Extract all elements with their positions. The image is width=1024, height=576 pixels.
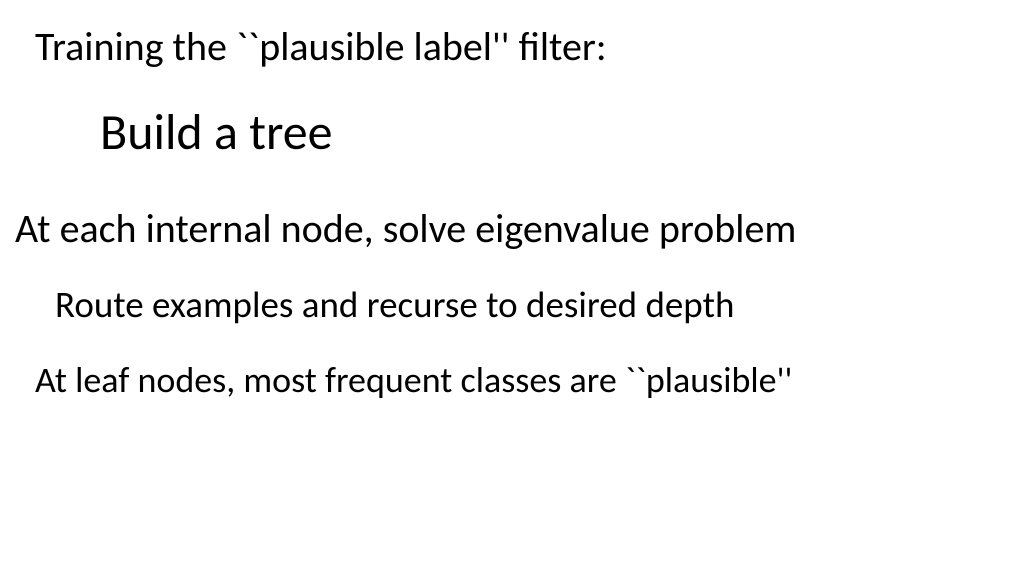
slide-subheading: Build a tree: [100, 102, 333, 163]
slide-bullet-2: Route examples and recurse to desired de…: [55, 282, 734, 327]
slide-bullet-1: At each internal node, solve eigenvalue …: [15, 204, 796, 253]
slide-heading: Training the ``plausible label'' filter:: [35, 22, 607, 71]
slide-bullet-3: At leaf nodes, most frequent classes are…: [35, 358, 792, 402]
